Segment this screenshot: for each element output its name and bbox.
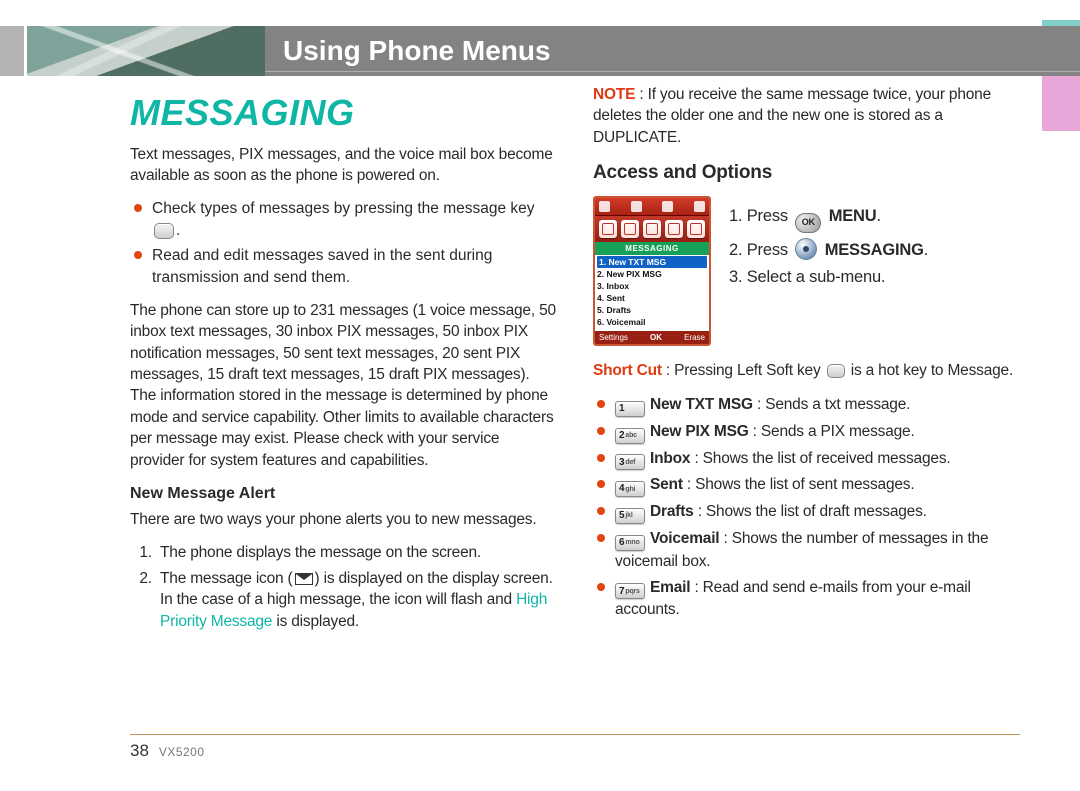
phone-status-bar bbox=[595, 198, 709, 216]
submenu-name: Email bbox=[650, 579, 690, 596]
list-text: Check types of messages by pressing the … bbox=[152, 200, 535, 217]
list-item: 2abc New PIX MSG : Sends a PIX message. bbox=[593, 421, 1020, 444]
section-title: MESSAGING bbox=[130, 88, 557, 138]
list-item: The message icon () is displayed on the … bbox=[156, 568, 557, 632]
shortcut-text: is a hot key to Message. bbox=[847, 362, 1013, 379]
phone-menu-item: 6. Voicemail bbox=[597, 316, 707, 328]
keypad-3-icon: 3def bbox=[615, 454, 645, 470]
phone-title: MESSAGING bbox=[595, 242, 709, 255]
footer-rule bbox=[130, 734, 1020, 735]
list-text: is displayed. bbox=[272, 613, 359, 630]
list-text: Read and edit messages saved in the sent… bbox=[152, 247, 492, 285]
submenu-name: Voicemail bbox=[650, 530, 719, 547]
alert-intro: There are two ways your phone alerts you… bbox=[130, 509, 557, 530]
list-text: The phone displays the message on the sc… bbox=[160, 544, 481, 561]
step-key: MESSAGING bbox=[825, 241, 924, 259]
phone-menu-item: 5. Drafts bbox=[597, 304, 707, 316]
keypad-7-icon: 7pqrs bbox=[615, 583, 645, 599]
phone-menu-item: 3. Inbox bbox=[597, 280, 707, 292]
check-list: Check types of messages by pressing the … bbox=[130, 198, 557, 288]
softkey-left: Settings bbox=[599, 332, 628, 343]
phone-menu-item: 1. New TXT MSG bbox=[597, 256, 707, 268]
list-item: Read and edit messages saved in the sent… bbox=[130, 245, 557, 288]
storage-para: The phone can store up to 231 messages (… bbox=[130, 300, 557, 471]
phone-screenshot: MESSAGING 1. New TXT MSG 2. New PIX MSG … bbox=[593, 196, 711, 346]
keypad-4-icon: 4ghi bbox=[615, 481, 645, 497]
submenu-name: Inbox bbox=[650, 450, 690, 467]
keypad-1-icon: 1 bbox=[615, 401, 645, 417]
envelope-icon bbox=[295, 573, 313, 585]
list-item: 1 New TXT MSG : Sends a txt message. bbox=[593, 394, 1020, 417]
submenu-name: Sent bbox=[650, 476, 683, 493]
note-text: : If you receive the same message twice,… bbox=[593, 86, 991, 146]
page-footer: 38 VX5200 bbox=[130, 741, 205, 761]
list-item: The phone displays the message on the sc… bbox=[156, 542, 557, 563]
step-text: 2. Press bbox=[729, 241, 792, 259]
softkey-icon bbox=[827, 364, 845, 378]
submenu-desc: : Sends a PIX message. bbox=[749, 423, 915, 440]
step-key: MENU bbox=[829, 207, 877, 225]
submenu-desc: : Sends a txt message. bbox=[753, 396, 910, 413]
intro-para: Text messages, PIX messages, and the voi… bbox=[130, 144, 557, 187]
submenu-name: Drafts bbox=[650, 503, 694, 520]
submenu-desc: : Shows the list of sent messages. bbox=[683, 476, 915, 493]
shortcut-label: Short Cut bbox=[593, 362, 662, 379]
header-title: Using Phone Menus bbox=[283, 35, 551, 67]
softkey-right: Erase bbox=[684, 332, 705, 343]
submenu-name: New PIX MSG bbox=[650, 423, 749, 440]
message-key-icon bbox=[154, 223, 174, 239]
phone-menu-list: 1. New TXT MSG 2. New PIX MSG 3. Inbox 4… bbox=[595, 255, 709, 329]
step-text: 3. Select a sub-menu. bbox=[729, 268, 885, 286]
submenu-desc: : Shows the list of draft messages. bbox=[694, 503, 927, 520]
header-title-bar: Using Phone Menus bbox=[265, 26, 1080, 76]
model-number: VX5200 bbox=[159, 745, 205, 759]
alert-list: The phone displays the message on the sc… bbox=[156, 542, 557, 632]
alert-heading: New Message Alert bbox=[130, 483, 557, 505]
step: 2. Press MESSAGING. bbox=[729, 238, 928, 262]
keypad-5-icon: 5jkl bbox=[615, 508, 645, 524]
phone-menu-item: 4. Sent bbox=[597, 292, 707, 304]
list-item: 4ghi Sent : Shows the list of sent messag… bbox=[593, 474, 1020, 497]
access-steps: 1. Press OK MENU. 2. Press MESSAGING. 3.… bbox=[729, 196, 928, 294]
list-item: Check types of messages by pressing the … bbox=[130, 198, 557, 241]
step: 1. Press OK MENU. bbox=[729, 205, 928, 232]
list-item: 7pqrsEmail : Read and send e-mails from … bbox=[593, 577, 1020, 621]
phone-softkeys: Settings OK Erase bbox=[595, 331, 709, 344]
shortcut-para: Short Cut : Pressing Left Soft key is a … bbox=[593, 360, 1020, 381]
note-label: NOTE bbox=[593, 86, 635, 103]
phone-icon-row bbox=[595, 216, 709, 242]
submenu-name: New TXT MSG bbox=[650, 396, 753, 413]
keypad-2-icon: 2abc bbox=[615, 428, 645, 444]
list-item: 6mnoVoicemail : Shows the number of mess… bbox=[593, 528, 1020, 572]
submenu-list: 1 New TXT MSG : Sends a txt message. 2abc… bbox=[593, 394, 1020, 621]
keypad-6-icon: 6mno bbox=[615, 535, 645, 551]
list-item: 5jkl Drafts : Shows the list of draft mes… bbox=[593, 501, 1020, 524]
softkey-center: OK bbox=[650, 332, 662, 343]
step-text: 1. Press bbox=[729, 207, 792, 225]
list-item: 3def Inbox : Shows the list of received m… bbox=[593, 448, 1020, 471]
nav-key-icon bbox=[795, 238, 817, 260]
header-photo bbox=[0, 26, 265, 76]
shortcut-text: : Pressing Left Soft key bbox=[662, 362, 825, 379]
access-block: MESSAGING 1. New TXT MSG 2. New PIX MSG … bbox=[593, 196, 1020, 346]
step-text: . bbox=[877, 207, 881, 225]
page-number: 38 bbox=[130, 741, 149, 760]
note-para: NOTE : If you receive the same message t… bbox=[593, 84, 1020, 148]
submenu-desc: : Shows the list of received messages. bbox=[690, 450, 950, 467]
step: 3. Select a sub-menu. bbox=[729, 266, 928, 289]
page-header: Using Phone Menus bbox=[0, 26, 1080, 76]
accent-pink bbox=[1042, 76, 1080, 131]
list-text: The message icon ( bbox=[160, 570, 293, 587]
access-heading: Access and Options bbox=[593, 160, 1020, 186]
ok-key-icon: OK bbox=[795, 213, 821, 233]
phone-menu-item: 2. New PIX MSG bbox=[597, 268, 707, 280]
step-text: . bbox=[924, 241, 928, 259]
